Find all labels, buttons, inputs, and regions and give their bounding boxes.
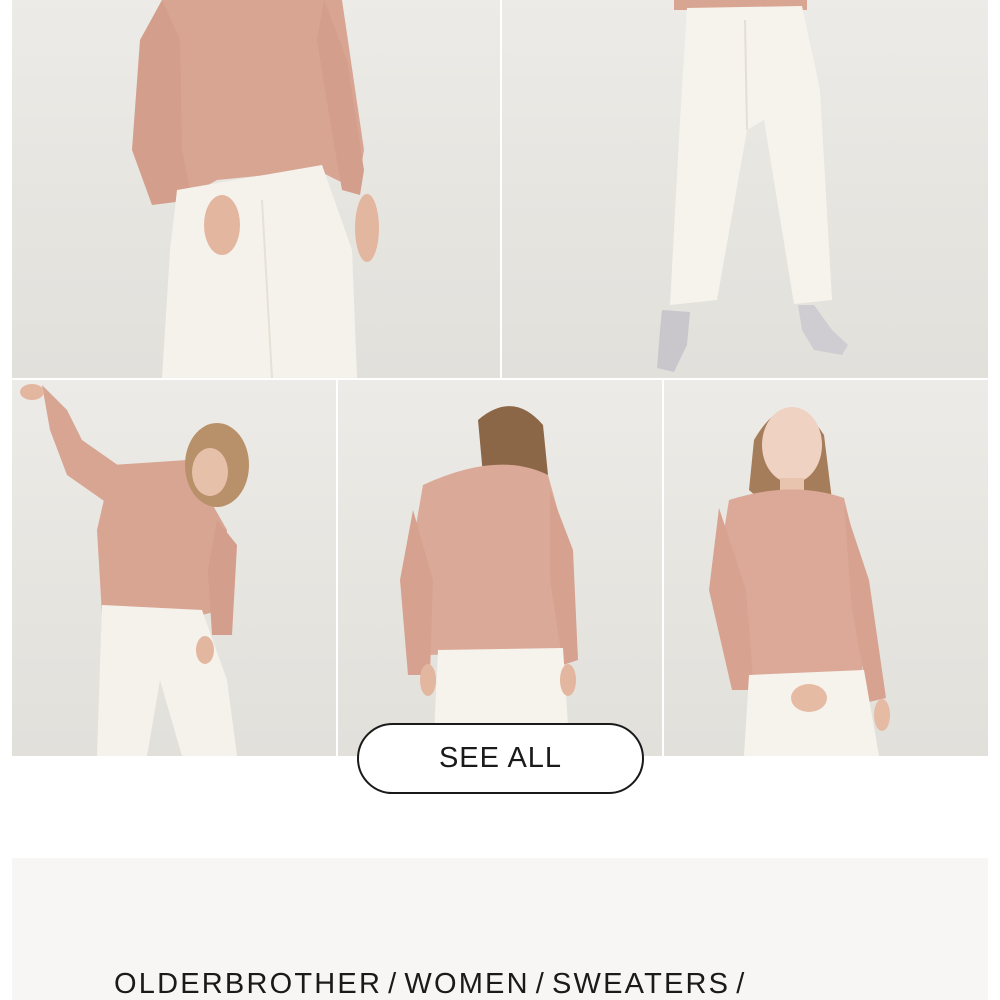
- model-figure: [657, 0, 848, 372]
- product-photo-4[interactable]: [338, 380, 662, 756]
- see-all-button[interactable]: SEE ALL: [357, 723, 644, 794]
- breadcrumb-separator: /: [535, 968, 547, 1000]
- model-figure: [20, 384, 249, 756]
- breadcrumb-separator: /: [736, 968, 747, 1000]
- product-page: SEE ALL OLDERBROTHER / WOMEN / SWEATERS /: [0, 0, 1000, 1000]
- breadcrumb-item-women[interactable]: WOMEN: [404, 968, 529, 1000]
- product-gallery: SEE ALL: [0, 0, 1000, 794]
- product-photo-2[interactable]: [502, 0, 988, 378]
- breadcrumb-separator: /: [388, 968, 399, 1000]
- model-figure: [400, 406, 578, 756]
- breadcrumb: OLDERBROTHER / WOMEN / SWEATERS /: [114, 968, 752, 1000]
- product-photo-3[interactable]: [12, 380, 336, 756]
- product-info-panel: OLDERBROTHER / WOMEN / SWEATERS /: [12, 858, 988, 1000]
- product-photo-1[interactable]: [12, 0, 500, 378]
- breadcrumb-item-sweaters[interactable]: SWEATERS: [552, 968, 730, 1000]
- product-photo-5[interactable]: [664, 380, 988, 756]
- breadcrumb-item-brand[interactable]: OLDERBROTHER: [114, 968, 382, 1000]
- model-figure: [132, 0, 379, 378]
- model-figure: [709, 407, 890, 756]
